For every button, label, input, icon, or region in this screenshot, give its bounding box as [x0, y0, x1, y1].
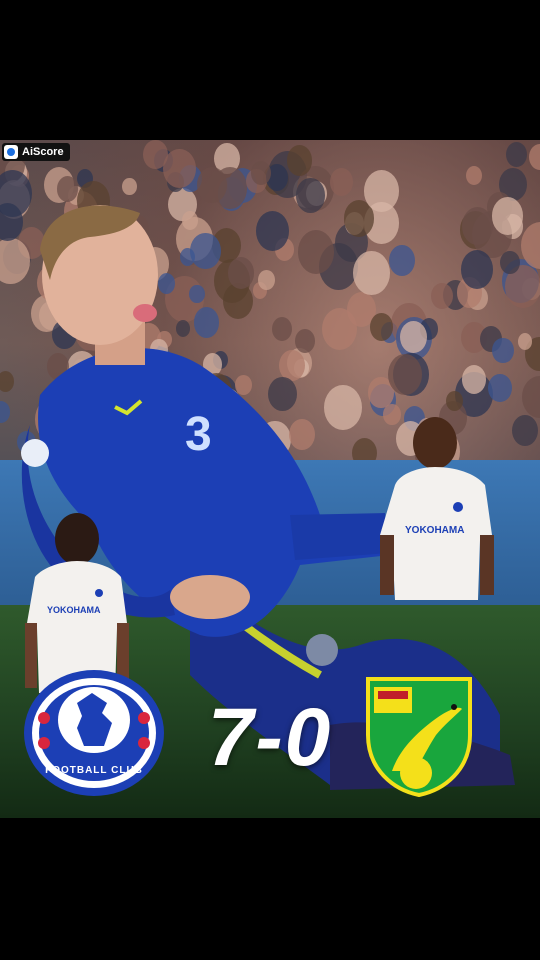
norwich-player-left: YOKOHAMA: [25, 513, 129, 693]
crowd-spectator: [162, 148, 196, 189]
svg-text:YOKOHAMA: YOKOHAMA: [47, 605, 101, 615]
svg-text:YOKOHAMA: YOKOHAMA: [405, 525, 464, 536]
top-letterbox: [0, 0, 540, 140]
crowd-spectator: [122, 177, 137, 196]
aiscore-label: AiScore: [22, 146, 64, 158]
aiscore-watermark: AiScore: [2, 143, 70, 161]
norwich-canary-crest-icon: [366, 677, 472, 797]
crowd-spectator: [529, 144, 540, 171]
match-score: 7-0: [207, 692, 333, 783]
crowd-spectator: [465, 165, 482, 185]
chelsea-crest-text: FOOTBALL CLUB: [45, 765, 143, 776]
svg-text:3: 3: [185, 408, 212, 461]
bottom-letterbox: [0, 818, 540, 960]
norwich-player-right: YOKOHAMA: [380, 417, 494, 600]
crowd-spectator: [286, 145, 313, 176]
crowd-spectator: [506, 142, 528, 168]
aiscore-logo-icon: [4, 145, 18, 159]
crowd-spectator: [330, 168, 354, 196]
chelsea-lion-crest-icon: [24, 670, 164, 796]
